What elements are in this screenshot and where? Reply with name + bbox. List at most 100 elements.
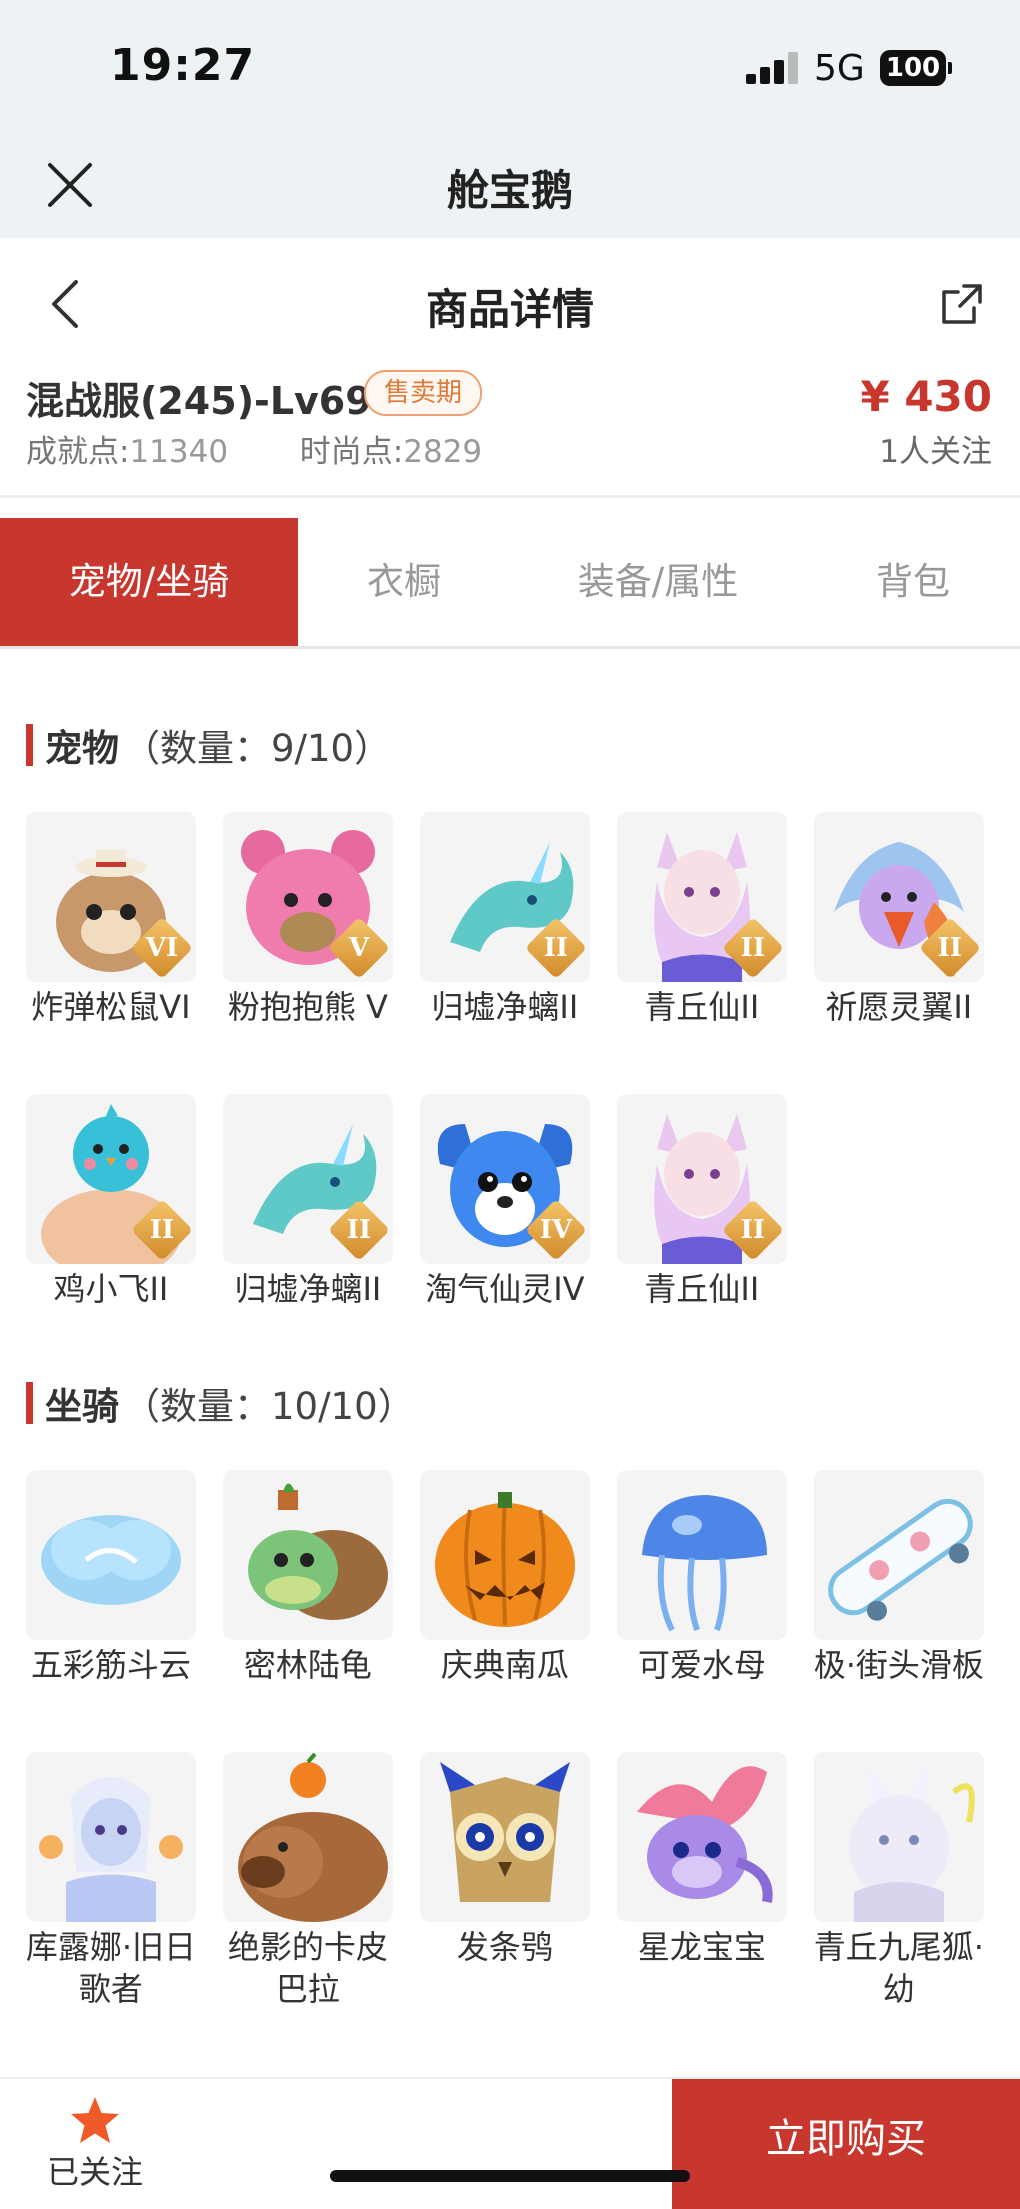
nav-header: 商品详情 bbox=[0, 238, 1020, 360]
grid-item[interactable]: 密林陆龟 bbox=[218, 1470, 398, 1686]
share-icon[interactable] bbox=[940, 282, 984, 326]
grade-label: II bbox=[346, 1215, 372, 1245]
fashion-label: 时尚点: bbox=[299, 434, 404, 470]
item-name: 归墟净螭II bbox=[234, 1270, 382, 1308]
item-name: 星龙宝宝 bbox=[637, 1928, 766, 1966]
price: ¥ 430 bbox=[860, 372, 992, 421]
item-name: 炸弹松鼠VI bbox=[31, 988, 191, 1026]
pumpkin-image bbox=[419, 1470, 590, 1640]
fox-fairy-image: II bbox=[616, 1094, 787, 1264]
turtle-image bbox=[222, 1470, 393, 1640]
grid-item[interactable]: II 青丘仙II bbox=[612, 812, 792, 1028]
item-name: 青丘九尾狐·幼 bbox=[813, 1928, 984, 2008]
mounts-count: （数量：10/10） bbox=[123, 1385, 415, 1428]
white-fox-image bbox=[813, 1752, 984, 1922]
grade-label: IV bbox=[539, 1215, 573, 1245]
mounts-title: 坐骑 bbox=[45, 1385, 119, 1428]
water-dragon-image: II bbox=[222, 1094, 393, 1264]
home-indicator bbox=[330, 2170, 690, 2182]
item-name: 可爱水母 bbox=[637, 1646, 766, 1684]
grid-item[interactable]: V 粉抱抱熊 V bbox=[218, 812, 398, 1028]
item-name: 库露娜·旧日歌者 bbox=[25, 1928, 197, 2008]
mermaid-image bbox=[25, 1752, 196, 1922]
item-name: 庆典南瓜 bbox=[440, 1646, 569, 1684]
grid-item[interactable]: II 归墟净螭II bbox=[218, 1094, 398, 1310]
item-name: 鸡小飞II bbox=[53, 1270, 169, 1308]
item-name: 归墟净螭II bbox=[431, 988, 579, 1026]
grid-item[interactable]: II 祈愿灵翼II bbox=[809, 812, 989, 1028]
app-bar: 舱宝鹅 bbox=[0, 135, 1020, 238]
grade-label: II bbox=[149, 1215, 175, 1245]
item-name: 青丘仙II bbox=[644, 1270, 760, 1308]
grid-item[interactable]: 库露娜·旧日歌者 bbox=[21, 1752, 201, 2010]
grid-item[interactable]: IV 淘气仙灵IV bbox=[415, 1094, 595, 1310]
follow-button[interactable]: 已关注 bbox=[30, 2089, 160, 2204]
item-name: 发条鸮 bbox=[456, 1928, 553, 1966]
item-name: 粉抱抱熊 V bbox=[227, 988, 388, 1026]
item-name: 密林陆龟 bbox=[243, 1646, 372, 1684]
fox-fairy-image: II bbox=[616, 812, 787, 982]
item-name: 五彩筋斗云 bbox=[30, 1646, 191, 1684]
server-name: 混战服(245)-Lv69 bbox=[26, 379, 372, 423]
grid-item[interactable]: II 归墟净螭II bbox=[415, 812, 595, 1028]
tab-pets-mounts[interactable]: 宠物/坐骑 bbox=[0, 518, 298, 646]
divider bbox=[0, 495, 1020, 498]
grid-item[interactable]: 五彩筋斗云 bbox=[21, 1470, 201, 1686]
jellyfish-image bbox=[616, 1470, 787, 1640]
tab-wardrobe[interactable]: 衣橱 bbox=[298, 518, 510, 646]
network-type: 5G bbox=[814, 48, 865, 89]
grid-item[interactable]: VI 炸弹松鼠VI bbox=[21, 812, 201, 1028]
grid-item[interactable]: 青丘九尾狐·幼 bbox=[809, 1752, 989, 2010]
page-title: 商品详情 bbox=[425, 285, 594, 334]
achievement-label: 成就点: bbox=[26, 434, 130, 470]
grade-label: VI bbox=[145, 933, 179, 963]
battery-icon: 100 bbox=[880, 50, 946, 86]
points-row: 成就点:11340 时尚点:2829 bbox=[26, 426, 482, 471]
status-bar: 19:27 5G 100 bbox=[0, 0, 1020, 135]
item-name: 祈愿灵翼II bbox=[825, 988, 973, 1026]
grid-item[interactable]: 发条鸮 bbox=[415, 1752, 595, 1968]
fashion-value: 2829 bbox=[403, 434, 483, 470]
chick-buff-image: II bbox=[25, 1094, 196, 1264]
tab-backpack[interactable]: 背包 bbox=[806, 518, 1020, 646]
pets-count: （数量：9/10） bbox=[123, 727, 392, 770]
product-info: 混战服(245)-Lv69 售卖期 ¥ 430 成就点:11340 时尚点:28… bbox=[0, 360, 1020, 495]
skateboard-image bbox=[813, 1470, 984, 1640]
cloud-image bbox=[25, 1470, 196, 1640]
water-dragon-image: II bbox=[419, 812, 590, 982]
grade-label: II bbox=[740, 1215, 765, 1245]
mounts-section-title: 坐骑 （数量：10/10） bbox=[26, 1378, 415, 1428]
star-icon bbox=[71, 2097, 119, 2143]
tab-bar: 宠物/坐骑 衣橱 装备/属性 背包 bbox=[0, 518, 1020, 649]
grade-label: II bbox=[543, 933, 569, 963]
item-name: 淘气仙灵IV bbox=[425, 1270, 585, 1308]
pets-section-title: 宠物 （数量：9/10） bbox=[26, 720, 391, 770]
grid-item[interactable]: 庆典南瓜 bbox=[415, 1470, 595, 1686]
pink-bear-image: V bbox=[222, 812, 393, 982]
status-badge: 售卖期 bbox=[364, 370, 483, 416]
buy-now-button[interactable]: 立即购买 bbox=[672, 2079, 1020, 2209]
capybara-image bbox=[222, 1752, 393, 1922]
phoenix-bird-image: II bbox=[813, 812, 984, 982]
item-name: 极·街头滑板 bbox=[813, 1646, 984, 1684]
item-name: 绝影的卡皮巴拉 bbox=[227, 1928, 388, 2008]
grade-label: V bbox=[348, 933, 369, 963]
pets-title: 宠物 bbox=[45, 727, 119, 770]
signal-icon bbox=[746, 52, 798, 84]
blue-puppy-image: IV bbox=[419, 1094, 590, 1264]
tab-equipment[interactable]: 装备/属性 bbox=[510, 518, 806, 646]
grid-item[interactable]: 绝影的卡皮巴拉 bbox=[218, 1752, 398, 2010]
squirrel-image: VI bbox=[25, 812, 196, 982]
follow-label: 已关注 bbox=[46, 2153, 143, 2191]
grade-label: II bbox=[937, 933, 962, 963]
grid-item[interactable]: 极·街头滑板 bbox=[809, 1470, 989, 1686]
top-area: 19:27 5G 100 舱宝鹅 bbox=[0, 0, 1020, 238]
grid-item[interactable]: 星龙宝宝 bbox=[612, 1752, 792, 1968]
status-time: 19:27 bbox=[110, 40, 256, 91]
follower-count: 1人关注 bbox=[879, 434, 992, 470]
grid-item[interactable]: II 青丘仙II bbox=[612, 1094, 792, 1310]
section-marker bbox=[26, 1382, 33, 1424]
grade-label: II bbox=[740, 933, 765, 963]
grid-item[interactable]: II 鸡小飞II bbox=[21, 1094, 201, 1310]
grid-item[interactable]: 可爱水母 bbox=[612, 1470, 792, 1686]
